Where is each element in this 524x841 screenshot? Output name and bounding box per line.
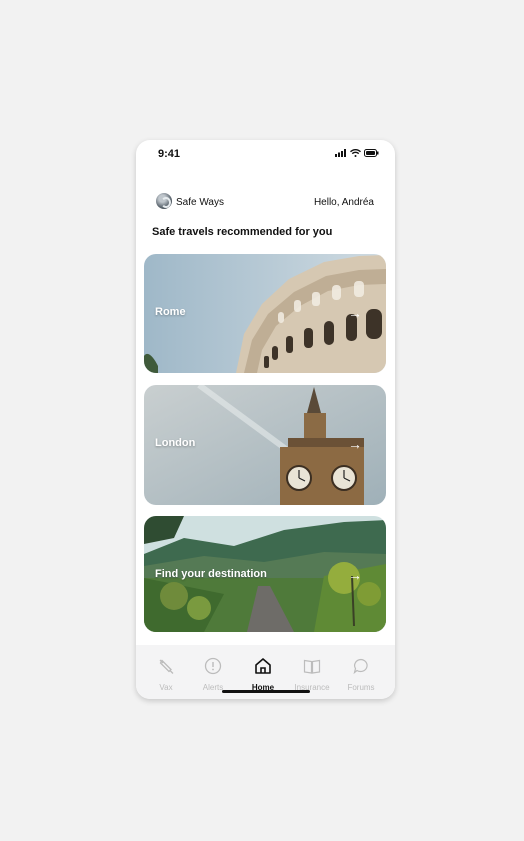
tab-label-vax: Vax [159, 683, 173, 692]
status-bar: 9:41 [136, 140, 395, 170]
tab-vax[interactable]: Vax [143, 657, 189, 692]
section-title: Safe travels recommended for you [152, 226, 333, 238]
book-icon [303, 659, 321, 674]
user-greeting[interactable]: Hello, Andréa [314, 197, 374, 208]
chat-bubble-icon [353, 658, 368, 675]
destination-card-rome[interactable]: Rome → [144, 254, 386, 373]
arrow-right-icon: → [348, 436, 362, 452]
destination-card-find[interactable]: Find your destination → [144, 516, 386, 632]
signal-icon [335, 149, 346, 157]
home-indicator [222, 690, 310, 693]
syringe-icon [159, 659, 174, 674]
status-time: 9:41 [158, 148, 181, 160]
arrow-right-icon: → [348, 305, 362, 321]
card-label-find-destination: Find your destination [155, 568, 267, 580]
destination-card-london[interactable]: London → [144, 385, 386, 505]
tab-label-forums: Forums [347, 683, 375, 692]
status-icons [335, 149, 379, 157]
brand-name: Safe Ways [176, 197, 224, 208]
card-label-rome: Rome [155, 306, 186, 318]
tab-alerts[interactable]: Alerts [190, 657, 236, 692]
wifi-icon [350, 149, 361, 157]
battery-icon [364, 149, 379, 157]
home-icon [255, 658, 271, 674]
tab-home[interactable]: Home [240, 657, 286, 692]
app-header: Safe Ways Hello, Andréa [156, 193, 374, 213]
tab-insurance[interactable]: Insurance [289, 657, 335, 692]
phone-screen: 9:41 Safe Ways Hello, Andréa Safe travel… [136, 140, 395, 699]
card-label-london: London [155, 437, 196, 449]
arrow-right-icon: → [348, 567, 362, 583]
safe-ways-logo-icon [156, 193, 172, 209]
alert-icon [204, 657, 222, 675]
tab-forums[interactable]: Forums [338, 657, 384, 692]
